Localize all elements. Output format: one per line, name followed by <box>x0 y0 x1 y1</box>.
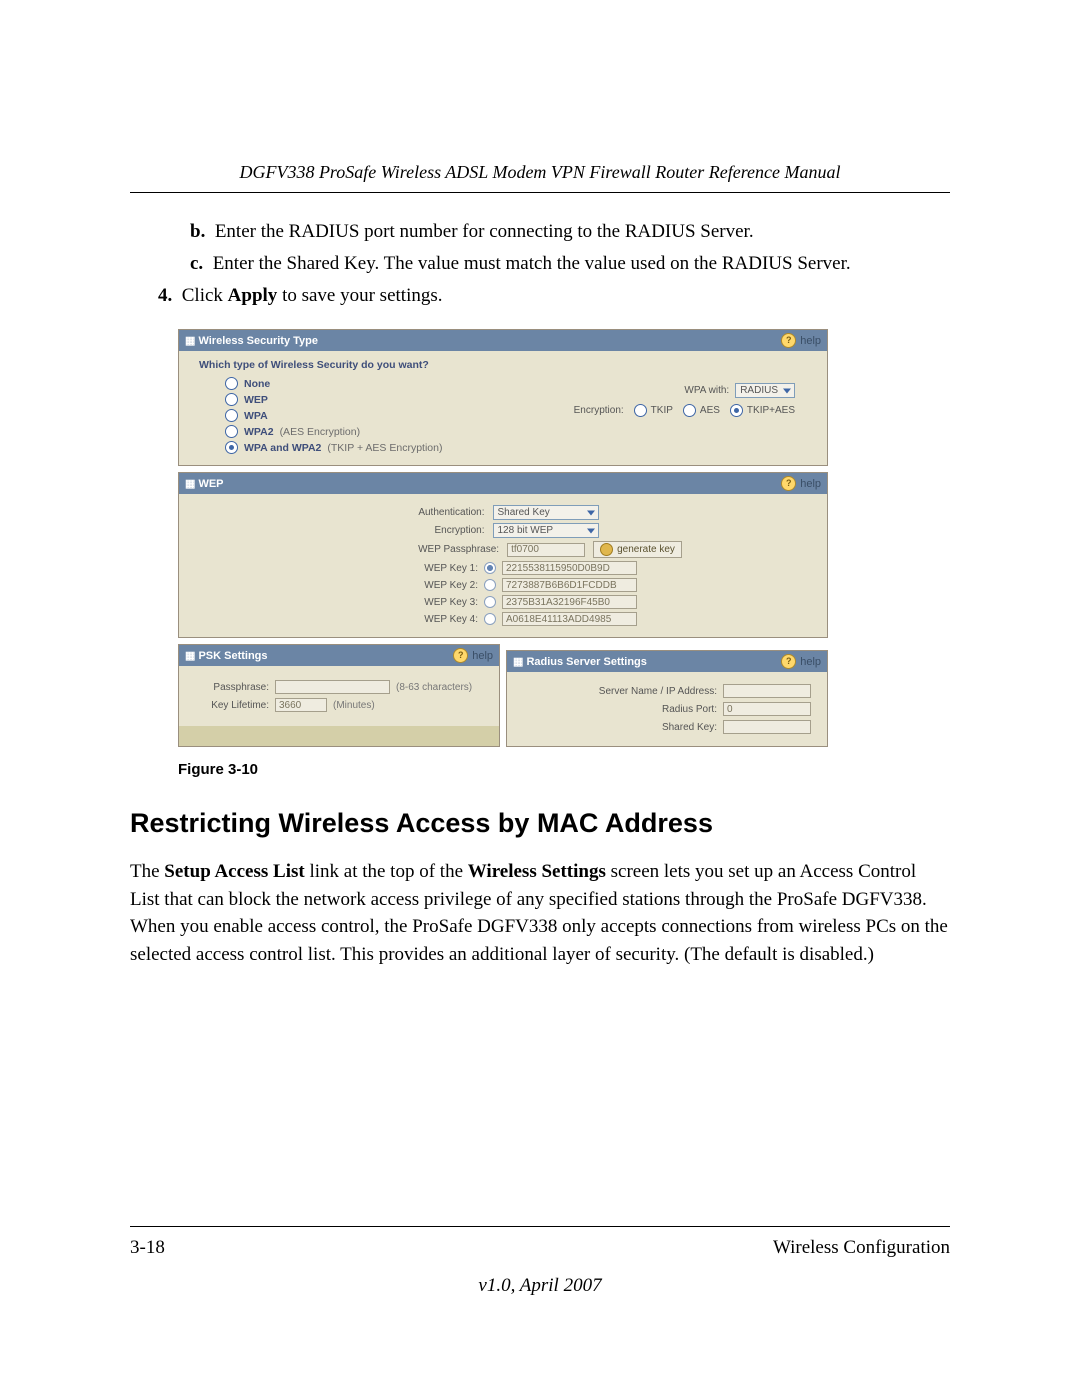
section-paragraph: The Setup Access List link at the top of… <box>130 858 950 968</box>
radio-icon <box>225 425 238 438</box>
enc-opt-tkipaes[interactable]: TKIP+AES <box>730 404 795 417</box>
panel-radius: ▦ Radius Server Settings ?help Server Na… <box>506 650 828 747</box>
manual-title: DGFV338 ProSafe Wireless ADSL Modem VPN … <box>130 162 950 183</box>
k1-label: WEP Key 1: <box>303 563 478 574</box>
opt-wpa-wpa2[interactable]: WPA and WPA2 (TKIP + AES Encryption) <box>225 441 511 454</box>
generate-icon <box>600 543 613 556</box>
k3-radio[interactable] <box>484 596 496 608</box>
security-question: Which type of Wireless Security do you w… <box>199 359 511 371</box>
psk-pass-label: Passphrase: <box>191 682 269 693</box>
wep-enc-label: Encryption: <box>310 525 485 536</box>
k1-radio[interactable] <box>484 562 496 574</box>
substep-list: b. Enter the RADIUS port number for conn… <box>130 221 950 275</box>
header-rule <box>130 192 950 193</box>
footer-page-number: 3-18 <box>130 1237 165 1259</box>
psk-life-label: Key Lifetime: <box>191 700 269 711</box>
generate-key-button[interactable]: generate key <box>593 541 682 558</box>
panel-header-wep: ▦ WEP ?help <box>179 473 827 494</box>
help-icon: ? <box>781 654 796 669</box>
wpa-with-select[interactable]: RADIUS <box>735 383 795 398</box>
psk-pass-input[interactable] <box>275 680 390 694</box>
wep-enc-select[interactable]: 128 bit WEP <box>493 523 599 538</box>
panel-title-wst: ▦ Wireless Security Type <box>185 334 318 347</box>
opt-wep[interactable]: WEP <box>225 393 511 406</box>
wpa-settings: WPA with: RADIUS Encryption: TKIP AES TK… <box>511 359 817 457</box>
footer-version: v1.0, April 2007 <box>130 1275 950 1297</box>
panel-header-wst: ▦ Wireless Security Type ?help <box>179 330 827 351</box>
help-link-psk[interactable]: ?help <box>453 648 493 663</box>
security-type-options: Which type of Wireless Security do you w… <box>189 359 511 457</box>
figure-caption: Figure 3-10 <box>178 761 950 778</box>
radio-icon <box>225 441 238 454</box>
wep-pass-label: WEP Passphrase: <box>324 544 499 555</box>
k3-input[interactable] <box>502 595 637 609</box>
footer-chapter: Wireless Configuration <box>773 1237 950 1259</box>
radio-icon <box>225 377 238 390</box>
k4-label: WEP Key 4: <box>303 614 478 625</box>
radius-srv-input[interactable] <box>723 684 811 698</box>
k2-label: WEP Key 2: <box>303 580 478 591</box>
encryption-label: Encryption: <box>574 405 624 416</box>
panel-wep: ▦ WEP ?help Authentication: Shared Key En… <box>178 472 828 638</box>
opt-none[interactable]: None <box>225 377 511 390</box>
k2-input[interactable] <box>502 578 637 592</box>
k2-radio[interactable] <box>484 579 496 591</box>
step-4: 4. Click Apply to save your settings. <box>130 285 950 307</box>
psk-life-input[interactable] <box>275 698 327 712</box>
k4-input[interactable] <box>502 612 637 626</box>
panel-psk: ▦ PSK Settings ?help Passphrase: (8-63 ch… <box>178 644 500 747</box>
help-link-radius[interactable]: ?help <box>781 654 821 669</box>
help-icon: ? <box>781 333 796 348</box>
enc-opt-aes[interactable]: AES <box>683 404 720 417</box>
substep-b: b. Enter the RADIUS port number for conn… <box>190 221 950 243</box>
radio-icon <box>225 409 238 422</box>
panel-title-radius: ▦ Radius Server Settings <box>513 655 647 668</box>
help-icon: ? <box>781 476 796 491</box>
k1-input[interactable] <box>502 561 637 575</box>
psk-pass-unit: (8-63 characters) <box>396 682 472 693</box>
panel-title-psk: ▦ PSK Settings <box>185 649 268 662</box>
radius-key-input[interactable] <box>723 720 811 734</box>
figure-3-10: ▦ Wireless Security Type ?help Which typ… <box>178 329 828 747</box>
radio-icon <box>634 404 647 417</box>
substep-c: c. Enter the Shared Key. The value must … <box>190 253 950 275</box>
footer-rule <box>130 1226 950 1227</box>
auth-label: Authentication: <box>310 507 485 518</box>
opt-wpa2[interactable]: WPA2 (AES Encryption) <box>225 425 511 438</box>
radius-srv-label: Server Name / IP Address: <box>599 686 717 697</box>
radio-icon <box>730 404 743 417</box>
enc-opt-tkip[interactable]: TKIP <box>634 404 673 417</box>
page-footer: 3-18 Wireless Configuration v1.0, April … <box>130 1226 950 1297</box>
radius-port-input[interactable] <box>723 702 811 716</box>
radius-port-label: Radius Port: <box>662 704 717 715</box>
opt-wpa[interactable]: WPA <box>225 409 511 422</box>
radius-key-label: Shared Key: <box>662 722 717 733</box>
psk-life-unit: (Minutes) <box>333 700 375 711</box>
auth-select[interactable]: Shared Key <box>493 505 599 520</box>
page-header: DGFV338 ProSafe Wireless ADSL Modem VPN … <box>130 162 950 193</box>
k4-radio[interactable] <box>484 613 496 625</box>
help-link-wep[interactable]: ?help <box>781 476 821 491</box>
help-link-wst[interactable]: ?help <box>781 333 821 348</box>
radio-icon <box>683 404 696 417</box>
panel-header-psk: ▦ PSK Settings ?help <box>179 645 499 666</box>
radio-icon <box>225 393 238 406</box>
k3-label: WEP Key 3: <box>303 597 478 608</box>
section-heading-mac: Restricting Wireless Access by MAC Addre… <box>130 808 950 839</box>
wpa-with-label: WPA with: <box>684 385 729 396</box>
panel-header-radius: ▦ Radius Server Settings ?help <box>507 651 827 672</box>
wep-pass-input[interactable] <box>507 543 585 557</box>
help-icon: ? <box>453 648 468 663</box>
panel-wireless-security-type: ▦ Wireless Security Type ?help Which typ… <box>178 329 828 466</box>
panel-title-wep: ▦ WEP <box>185 477 224 490</box>
